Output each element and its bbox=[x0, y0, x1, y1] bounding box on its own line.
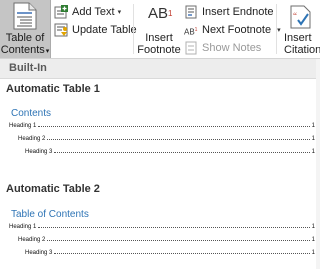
add-text-button[interactable]: Add Text ▾ bbox=[54, 4, 121, 20]
gallery-entry-title: Automatic Table 2 bbox=[6, 183, 100, 195]
toc-preview-line: Heading 31 bbox=[25, 250, 315, 256]
next-footnote-button[interactable]: AB1 Next Footnote ▾ bbox=[184, 22, 281, 38]
toc-preview-line: Heading 21 bbox=[18, 237, 315, 243]
insert-footnote-icon: AB1 bbox=[148, 5, 173, 22]
update-table-button[interactable]: Update Table bbox=[54, 22, 137, 38]
update-table-icon bbox=[54, 23, 68, 37]
gallery-entry-title: Automatic Table 1 bbox=[6, 83, 100, 95]
toc-preview-line: Heading 11 bbox=[9, 224, 315, 230]
toc-label-line1: Table of bbox=[5, 32, 45, 44]
toc-gallery-dropdown: Built-In Automatic Table 1 Contents Head… bbox=[0, 59, 320, 269]
toc-preview-line: Heading 21 bbox=[18, 136, 315, 142]
references-ribbon: Table of Contents▾ Add Text ▾ Update Tab… bbox=[0, 0, 320, 59]
add-text-icon bbox=[54, 5, 68, 19]
insert-citation-button[interactable]: “ Insert Citation bbox=[280, 0, 320, 58]
insert-footnote-label-line1: Insert bbox=[145, 32, 173, 44]
show-notes-icon bbox=[184, 41, 198, 55]
next-footnote-label: Next Footnote bbox=[202, 24, 272, 36]
toc-label-line2: Contents▾ bbox=[0, 44, 50, 56]
insert-citation-label-line2: Citation bbox=[284, 44, 320, 56]
insert-footnote-label-line2: Footnote bbox=[137, 44, 181, 56]
insert-citation-label-line1: Insert bbox=[284, 32, 312, 44]
insert-endnote-button[interactable]: Insert Endnote bbox=[184, 4, 274, 20]
toc-preview-line: Heading 11 bbox=[9, 123, 315, 129]
group-separator bbox=[276, 4, 277, 54]
svg-text:“: “ bbox=[293, 11, 297, 21]
insert-endnote-label: Insert Endnote bbox=[202, 6, 274, 18]
insert-citation-icon: “ bbox=[290, 5, 312, 32]
table-of-contents-button[interactable]: Table of Contents▾ bbox=[0, 0, 51, 58]
gallery-scrollbar[interactable] bbox=[316, 59, 320, 269]
group-separator bbox=[133, 4, 134, 54]
show-notes-label: Show Notes bbox=[202, 42, 262, 54]
chevron-down-icon: ▾ bbox=[45, 48, 50, 55]
built-in-section-header: Built-In bbox=[0, 59, 320, 79]
toc-preview-heading: Table of Contents bbox=[11, 209, 89, 220]
toc-preview-heading: Contents bbox=[11, 108, 52, 119]
add-text-label: Add Text bbox=[72, 6, 115, 18]
insert-endnote-icon bbox=[184, 5, 198, 19]
show-notes-button[interactable]: Show Notes bbox=[184, 40, 261, 56]
next-footnote-icon: AB1 bbox=[184, 27, 198, 37]
table-of-contents-icon bbox=[13, 2, 37, 35]
insert-footnote-button[interactable]: AB1 Insert Footnote bbox=[137, 0, 181, 58]
update-table-label: Update Table bbox=[72, 24, 137, 36]
toc-preview-line: Heading 31 bbox=[25, 149, 315, 155]
chevron-down-icon: ▾ bbox=[117, 9, 122, 16]
